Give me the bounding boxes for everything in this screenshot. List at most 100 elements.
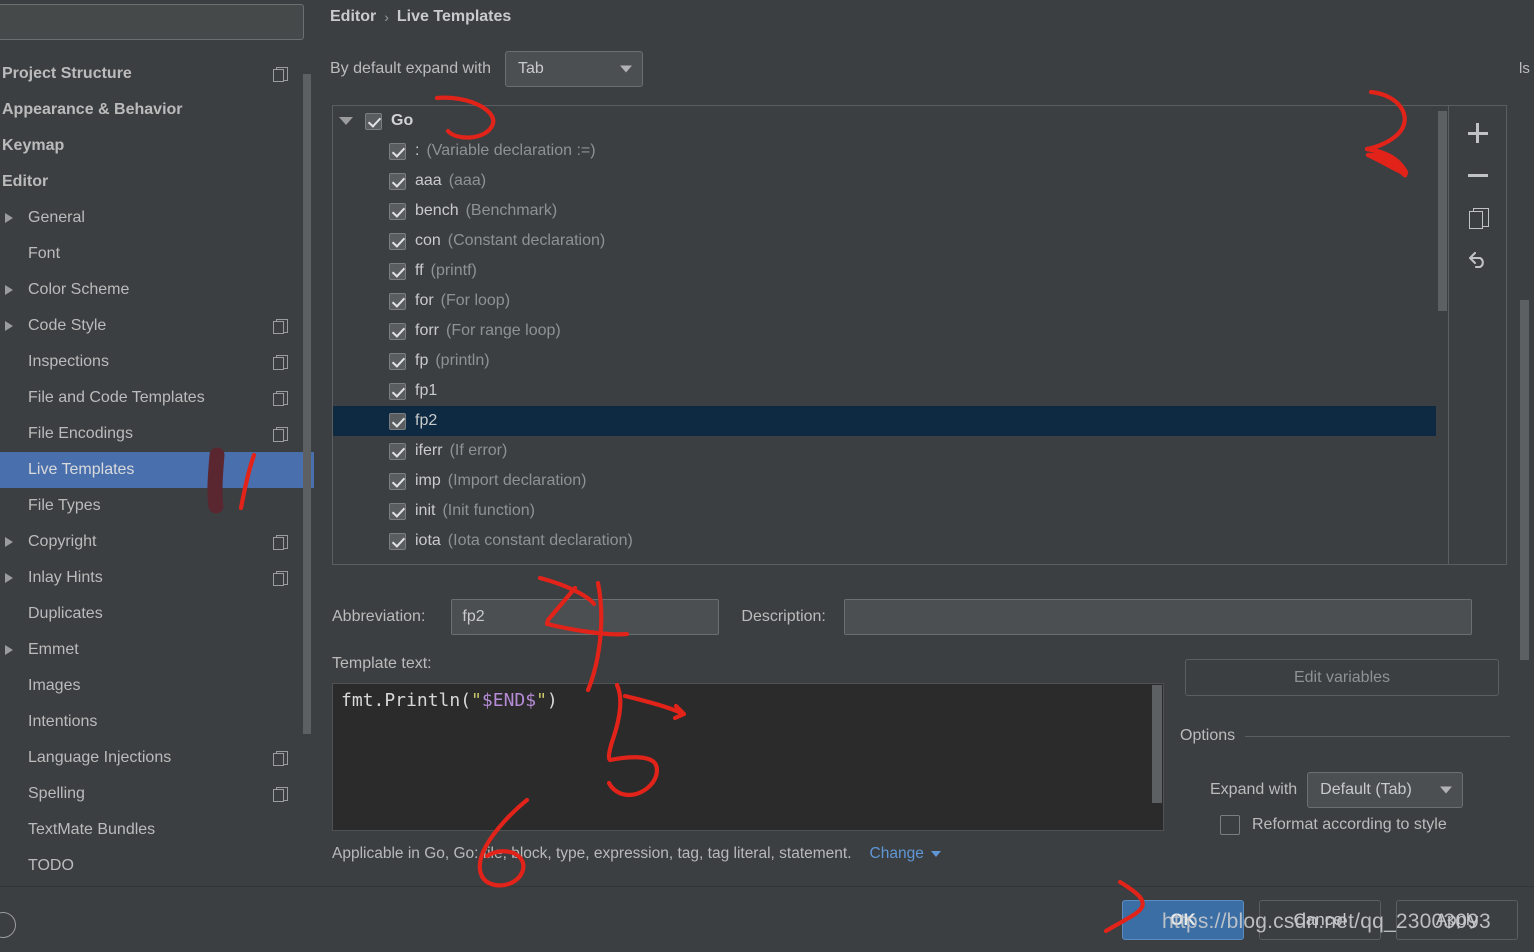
copy-icon[interactable] xyxy=(273,751,288,766)
template-checkbox[interactable] xyxy=(389,532,406,550)
sidebar-item-inlay-hints[interactable]: Inlay Hints xyxy=(0,560,314,596)
copy-icon[interactable] xyxy=(273,355,288,370)
template-abbreviation: fp2 xyxy=(415,412,438,429)
template-checkbox[interactable] xyxy=(389,382,406,400)
search-input[interactable] xyxy=(0,5,303,39)
sidebar-item-todo[interactable]: TODO xyxy=(0,848,314,884)
sidebar-item-label: File Encodings xyxy=(28,425,133,442)
sidebar-item-general[interactable]: General xyxy=(0,200,314,236)
sidebar-item-label: General xyxy=(28,209,85,226)
copy-icon[interactable] xyxy=(273,319,288,334)
template-text-label: Template text: xyxy=(332,655,432,672)
sidebar-item-file-and-code-templates[interactable]: File and Code Templates xyxy=(0,380,314,416)
template-description: (Import declaration) xyxy=(447,472,587,489)
sidebar-item-font[interactable]: Font xyxy=(0,236,314,272)
dialog-scrollbar[interactable] xyxy=(1520,300,1529,660)
sidebar-item-spelling[interactable]: Spelling xyxy=(0,776,314,812)
chevron-right-icon[interactable] xyxy=(5,285,13,295)
default-expand-label: By default expand with xyxy=(330,60,491,77)
sidebar-item-file-encodings[interactable]: File Encodings xyxy=(0,416,314,452)
sidebar-item-appearance-behavior[interactable]: Appearance & Behavior xyxy=(0,92,314,128)
options-section-header: Options xyxy=(1180,725,1510,747)
template-checkbox[interactable] xyxy=(365,112,382,130)
edit-variables-button[interactable]: Edit variables xyxy=(1185,659,1499,696)
breadcrumb-parent[interactable]: Editor xyxy=(330,8,376,26)
chevron-right-icon[interactable] xyxy=(5,213,13,223)
settings-search-box[interactable] xyxy=(0,4,304,40)
sidebar-item-language-injections[interactable]: Language Injections xyxy=(0,740,314,776)
template-abbreviation: iota xyxy=(415,532,441,549)
template-abbreviation: init xyxy=(415,502,436,519)
sidebar-item-duplicates[interactable]: Duplicates xyxy=(0,596,314,632)
reformat-checkbox[interactable] xyxy=(1220,815,1240,835)
chevron-down-icon xyxy=(1440,786,1453,794)
template-abbreviation: ff xyxy=(415,262,424,279)
sidebar-item-editor[interactable]: Editor xyxy=(0,164,314,200)
template-abbreviation: for xyxy=(415,292,434,309)
copy-icon[interactable] xyxy=(273,427,288,442)
sidebar-item-live-templates[interactable]: Live Templates xyxy=(0,452,314,488)
copy-icon[interactable] xyxy=(273,391,288,406)
expand-with-select[interactable]: Default (Tab) xyxy=(1307,772,1464,808)
sidebar-item-label: Color Scheme xyxy=(28,281,130,298)
sidebar-item-label: Project Structure xyxy=(2,65,132,82)
reformat-row[interactable]: Reformat according to style xyxy=(1220,815,1447,835)
template-checkbox[interactable] xyxy=(389,292,406,310)
sidebar-item-label: Inlay Hints xyxy=(28,569,103,586)
chevron-right-icon[interactable] xyxy=(5,645,13,655)
copy-icon[interactable] xyxy=(273,67,288,82)
sidebar-item-color-scheme[interactable]: Color Scheme xyxy=(0,272,314,308)
code-line: fmt.Println("$END$") xyxy=(333,684,1163,712)
sidebar-item-keymap[interactable]: Keymap xyxy=(0,128,314,164)
chevron-right-icon[interactable] xyxy=(5,537,13,547)
template-text-editor[interactable]: fmt.Println("$END$") xyxy=(332,683,1164,831)
default-expand-row: By default expand with Tab xyxy=(330,50,643,88)
chevron-down-icon[interactable] xyxy=(339,117,353,125)
description-label: Description: xyxy=(741,608,826,625)
copy-icon[interactable] xyxy=(273,535,288,550)
sidebar-item-copyright[interactable]: Copyright xyxy=(0,524,314,560)
template-description: (For loop) xyxy=(440,292,511,309)
template-checkbox[interactable] xyxy=(389,322,406,340)
template-checkbox[interactable] xyxy=(389,352,406,370)
chevron-right-icon[interactable] xyxy=(5,321,13,331)
sidebar-item-images[interactable]: Images xyxy=(0,668,314,704)
sidebar-item-file-types[interactable]: File Types xyxy=(0,488,314,524)
template-checkbox[interactable] xyxy=(389,262,406,280)
edge-clipped-text: ls xyxy=(1519,60,1530,77)
template-description: (For range loop) xyxy=(446,322,561,339)
sidebar-item-code-style[interactable]: Code Style xyxy=(0,308,314,344)
template-checkbox[interactable] xyxy=(389,172,406,190)
dialog-splitter[interactable] xyxy=(314,0,324,952)
abbreviation-input[interactable] xyxy=(451,599,720,635)
default-expand-select[interactable]: Tab xyxy=(505,51,643,87)
change-context-link[interactable]: Change xyxy=(870,845,941,863)
template-checkbox[interactable] xyxy=(389,472,406,490)
expand-with-label: Expand with xyxy=(1210,781,1298,798)
chevron-right-icon[interactable] xyxy=(5,573,13,583)
applicable-context-row: Applicable in Go, Go: file, block, type,… xyxy=(332,845,941,863)
template-checkbox[interactable] xyxy=(389,442,406,460)
sidebar-item-intentions[interactable]: Intentions xyxy=(0,704,314,740)
sidebar-item-project-structure[interactable]: Project Structure xyxy=(0,56,314,92)
code-quote-open: " xyxy=(471,690,482,711)
sidebar-item-label: Duplicates xyxy=(28,605,103,622)
template-description: (If error) xyxy=(449,442,508,459)
template-checkbox[interactable] xyxy=(389,412,406,430)
sidebar-item-textmate-bundles[interactable]: TextMate Bundles xyxy=(0,812,314,848)
template-checkbox[interactable] xyxy=(389,502,406,520)
sidebar-scrollbar[interactable] xyxy=(303,74,311,734)
sidebar-item-label: Appearance & Behavior xyxy=(2,101,183,118)
sidebar-item-inspections[interactable]: Inspections xyxy=(0,344,314,380)
sidebar-item-label: Language Injections xyxy=(28,749,172,766)
copy-icon[interactable] xyxy=(273,571,288,586)
sidebar-item-label: Intentions xyxy=(28,713,98,730)
template-checkbox[interactable] xyxy=(389,202,406,220)
sidebar-item-emmet[interactable]: Emmet xyxy=(0,632,314,668)
template-checkbox[interactable] xyxy=(389,232,406,250)
copy-icon[interactable] xyxy=(273,787,288,802)
code-scrollbar-thumb[interactable] xyxy=(1152,685,1162,803)
template-description: (Init function) xyxy=(442,502,535,519)
template-checkbox[interactable] xyxy=(389,142,406,160)
sidebar-item-label: File and Code Templates xyxy=(28,389,205,406)
